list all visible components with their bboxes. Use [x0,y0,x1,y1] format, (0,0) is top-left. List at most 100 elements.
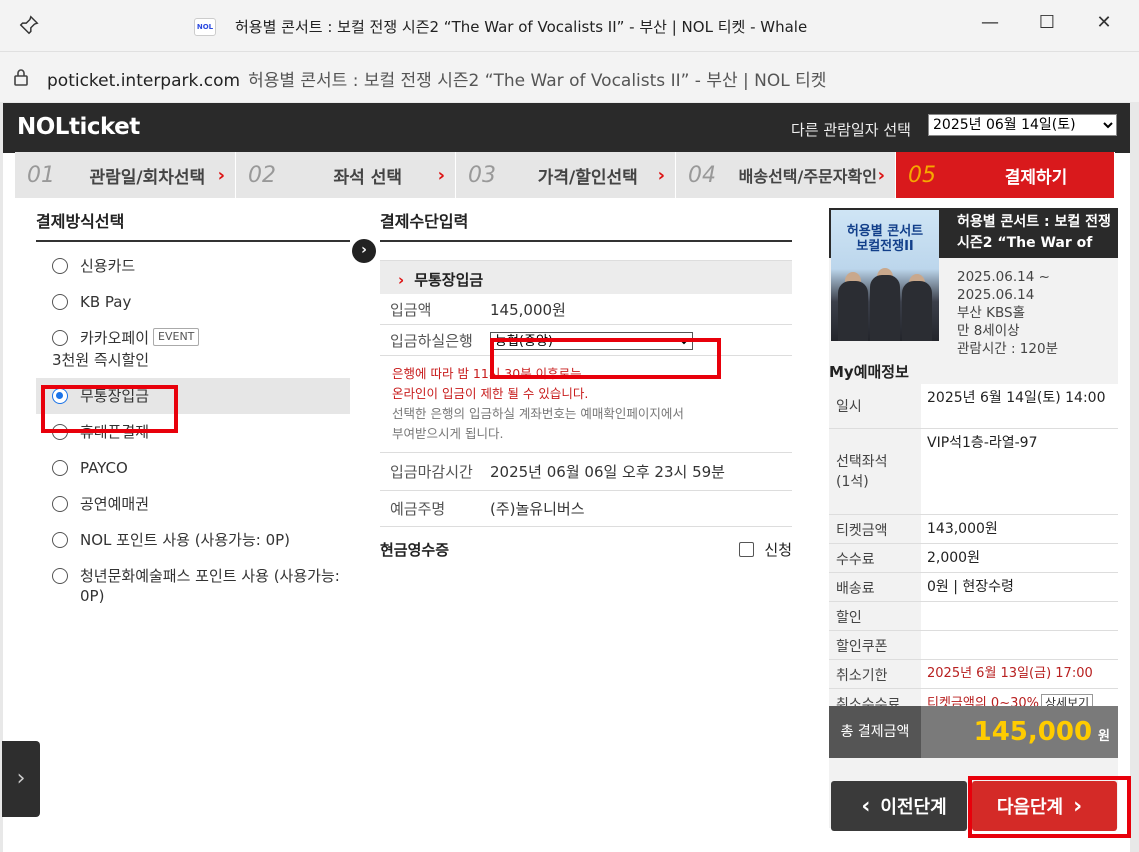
radio-button[interactable] [52,460,68,476]
row-label: 할인 [829,602,921,630]
radio-button[interactable] [52,496,68,512]
minimize-button[interactable]: — [975,10,1005,36]
window-title: 허용별 콘서트 : 보컬 전쟁 시즌2 “The War of Vocalist… [235,18,808,36]
method-payco[interactable]: PAYCO [36,450,350,486]
bank-notice: 은행에 따라 밤 11시 30분 이후로는 온라인이 입금이 제한 될 수 있습… [380,356,792,453]
booking-row-delivery: 배송료 0원 | 현장수령 [829,573,1118,602]
row-label: 선택좌석 (1석) [829,429,921,514]
payment-method-list: 신용카드 KB Pay 카카오페이 EVENT 3천원 즉시할인 무통장입금 휴대폰… [36,248,350,614]
row-label: 티켓금액 [829,515,921,543]
deadline-row: 입금마감시간 2025년 06월 06일 오후 23시 59분 [380,453,792,491]
holder-label: 예금주명 [390,500,446,518]
bank-row: 입금하실은행 농협(중앙) [380,325,792,356]
holder-row: 예금주명 (주)놀유니버스 [380,491,792,527]
kakao-discount-text: 3천원 즉시할인 [52,351,150,369]
next-step-label: 다음단계 [996,797,1064,818]
cash-receipt-apply[interactable]: 신청 [739,539,792,560]
address-bar[interactable]: poticket.interpark.com 허용별 콘서트 : 보컬 전쟁 시즌… [0,52,1139,102]
prev-step-label: 이전단계 [880,797,947,818]
method-label: 무통장입금 [80,387,150,405]
poster-title: 허용별 콘서트 보컬전쟁II [846,224,924,254]
method-youth-pass-point[interactable]: 청년문화예술패스 포인트 사용 (사용가능: 0P) [36,558,350,614]
step-4-number: 04 [688,162,716,188]
url-text[interactable]: poticket.interpark.com 허용별 콘서트 : 보컬 전쟁 시즌… [47,66,826,91]
step-2: 02 좌석 선택 › [236,152,456,198]
deadline-label: 입금마감시간 [390,463,473,481]
radio-button[interactable] [52,294,68,310]
row-value: VIP석1층-라열-97 [927,435,1038,451]
cash-receipt-label: 현금영수증 [380,541,450,559]
row-value [921,631,1118,659]
step-5: 05 결제하기 [896,152,1115,198]
method-bank-transfer[interactable]: 무통장입금 [36,378,350,414]
notice-gray-line-2: 부여받으시게 됩니다. [392,426,504,441]
perf-details: 2025.06.14 ~ 2025.06.14 부산 KBS홀 만 8세이상 관… [957,268,1058,358]
total-amount: 총 결제금액 145,000 원 [829,706,1118,758]
poster-image: 허용별 콘서트 보컬전쟁II [831,210,939,341]
method-credit-card[interactable]: 신용카드 [36,248,350,284]
prev-step-button[interactable]: ‹ 이전단계 [831,781,967,831]
maximize-button[interactable]: ☐ [1032,10,1062,36]
apply-label: 신청 [764,541,792,559]
chevron-right-icon: › [657,164,665,186]
url-page-title: 허용별 콘서트 : 보컬 전쟁 시즌2 “The War of Vocalist… [248,71,827,91]
method-label: 신용카드 [80,257,136,275]
row-value: 2025년 6월 14일(토) 14:00 [927,390,1106,406]
method-voucher[interactable]: 공연예매권 [36,486,350,522]
method-nol-point[interactable]: NOL 포인트 사용 (사용가능: 0P) [36,522,350,558]
chevron-right-icon: › [16,766,26,791]
radio-button[interactable] [52,258,68,274]
row-value: 0원 | 현장수령 [927,579,1014,595]
chevron-right-icon: › [1073,793,1083,819]
lock-icon [14,69,28,86]
step-1-label: 관람일/회차선택 [89,167,206,188]
window-titlebar: NOL 허용별 콘서트 : 보컬 전쟁 시즌2 “The War of Voca… [0,0,1139,52]
site-favicon-icon: NOL [194,18,216,36]
step-4-label: 배송선택/주문자확인 [738,167,877,186]
method-kb-pay[interactable]: KB Pay [36,284,350,320]
total-label: 총 결제금액 [829,706,921,758]
bank-label: 입금하실은행 [390,331,473,350]
step-4: 04 배송선택/주문자확인 › [676,152,896,198]
arrow-right-icon: › [352,239,376,263]
method-kakao-pay[interactable]: 카카오페이 EVENT 3천원 즉시할인 [36,320,350,378]
chevron-right-icon: › [877,164,885,186]
radio-button-selected[interactable] [52,388,68,404]
notice-gray-line-1: 선택한 은행의 입금하실 계좌번호는 예매확인페이지에서 [392,406,684,421]
date-select[interactable]: 2025년 06월 14일(토) [928,114,1117,136]
payment-method-title: 결제방식선택 [36,208,350,242]
radio-button[interactable] [52,532,68,548]
step-3: 03 가격/할인선택 › [456,152,676,198]
radio-button[interactable] [52,330,68,346]
perf-age: 만 8세이상 [957,323,1020,339]
nol-ticket-logo: NOLticket [17,114,140,140]
close-button[interactable]: ✕ [1089,10,1119,36]
method-label: 휴대폰결제 [80,423,150,441]
perf-date-end: 2025.06.14 [957,287,1035,303]
next-step-button[interactable]: 다음단계 › [972,781,1117,831]
booking-row-ticket-price: 티켓금액 143,000원 [829,515,1118,544]
notice-red-line-2: 온라인이 입금이 제한 될 수 있습니다. [392,386,589,401]
checkbox[interactable] [739,542,755,557]
method-phone-payment[interactable]: 휴대폰결제 [36,414,350,450]
step-1: 01 관람일/회차선택 › [15,152,236,198]
booking-row-datetime: 일시 2025년 6월 14일(토) 14:00 [829,384,1118,429]
side-expand-tab[interactable]: › [2,741,40,817]
url-domain: poticket.interpark.com [47,71,241,91]
amount-row: 입금액 145,000원 [380,294,792,325]
holder-value: (주)놀유니버스 [490,500,585,518]
radio-button[interactable] [52,424,68,440]
bank-transfer-subhead: › 무통장입금 [380,260,792,294]
my-booking-table: 일시 2025년 6월 14일(토) 14:00 선택좌석 (1석) VIP석1층-… [829,384,1118,719]
step-2-number: 02 [248,162,276,188]
row-value: 143,000원 [927,521,998,537]
chevron-left-icon: ‹ [861,793,871,819]
pin-icon[interactable] [18,14,40,36]
perf-title: 허용별 콘서트 : 보컬 전쟁 시즌2 “The War of [957,214,1111,251]
bank-select[interactable]: 농협(중앙) [490,331,693,350]
perf-venue: 부산 KBS홀 [957,305,1025,321]
total-unit: 원 [1098,729,1110,744]
radio-button[interactable] [52,568,68,584]
caret-right-icon: › [398,271,405,289]
deadline-value: 2025년 06월 06일 오후 23시 59분 [490,463,725,481]
